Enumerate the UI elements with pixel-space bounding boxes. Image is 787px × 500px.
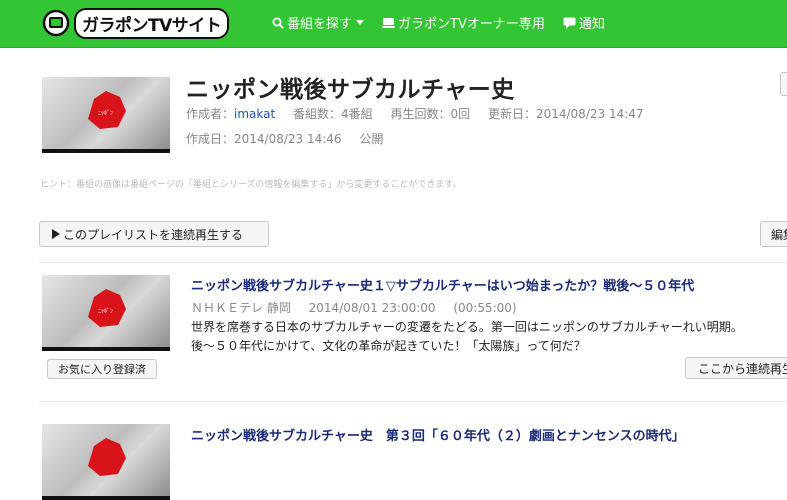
episode-desc-line: 後～５０年代にかけて、文化の革命が起きていた！「太陽族」って何だ？ bbox=[191, 339, 586, 353]
nav-search-programs[interactable]: 番組を探す bbox=[272, 13, 365, 32]
favorite-label: お気に入り登録済 bbox=[58, 363, 146, 376]
episode-thumbnail[interactable] bbox=[42, 424, 170, 500]
episode-desc-line: 世界を席巻する日本のサブカルチャーの変遷をたどる。第一回はニッポンのサブカルチャ… bbox=[191, 320, 743, 334]
play-all-button[interactable]: このプレイリストを連続再生する bbox=[39, 221, 269, 247]
site-logo[interactable]: ガラポンTVサイト bbox=[42, 7, 230, 39]
edit-button[interactable]: 編集 bbox=[760, 221, 787, 247]
creator-link[interactable]: imakat bbox=[234, 107, 275, 121]
svg-text:ﾆｯﾎﾟﾝ: ﾆｯﾎﾟﾝ bbox=[98, 308, 113, 315]
playlist-title: ニッポン戦後サブカルチャー史 bbox=[186, 77, 515, 103]
hint-text: ヒント：番組の画像は番組ページの「番組とシリーズの情報を編集する」から変更するこ… bbox=[40, 180, 462, 190]
svg-text:ﾆｯﾎﾟﾝ: ﾆｯﾎﾟﾝ bbox=[98, 110, 113, 117]
nav-notifications-label: 通知 bbox=[578, 17, 605, 32]
playlist-meta: 作成者：imakat 番組数：4番組 再生回数：0回 更新日：2014/08/2… bbox=[186, 105, 658, 122]
nav-owner-only[interactable]: ガラポンTVオーナー専用 bbox=[382, 13, 545, 32]
edit-label: 編集 bbox=[771, 227, 787, 242]
play-count: 再生回数：0回 bbox=[390, 107, 471, 121]
nav-owner-label: ガラポンTVオーナー専用 bbox=[398, 17, 545, 32]
episode-title-link[interactable]: ニッポン戦後サブカルチャー史 第３回「６０年代（２）劇画とナンセンスの時代」 bbox=[191, 425, 685, 444]
top-navbar: ガラポンTVサイト 番組を探す ガラポンTVオーナー専用 通知 bbox=[0, 0, 787, 48]
divider bbox=[39, 401, 787, 402]
playlist-thumbnail: ﾆｯﾎﾟﾝ bbox=[42, 77, 170, 153]
play-from-here-button[interactable]: ここから連続再生 bbox=[685, 357, 787, 379]
episode-thumbnail[interactable]: ﾆｯﾎﾟﾝ bbox=[42, 275, 170, 351]
chevron-down-icon bbox=[356, 20, 365, 25]
episode-duration: (00:55:00) bbox=[453, 301, 517, 315]
episode-meta: ＮＨＫＥテレ 静岡 2014/08/01 23:00:00 (00:55:00) bbox=[191, 299, 531, 316]
episode-datetime: 2014/08/01 23:00:00 bbox=[308, 301, 436, 315]
created-date: 作成日：2014/08/23 14:46 bbox=[186, 132, 342, 146]
divider bbox=[39, 262, 787, 263]
play-icon bbox=[52, 229, 60, 239]
device-icon bbox=[382, 17, 396, 28]
tv-logo-icon bbox=[42, 9, 70, 37]
creator-label: 作成者： bbox=[186, 107, 235, 121]
nav-search-label: 番組を探す bbox=[287, 17, 353, 32]
comment-icon bbox=[563, 17, 576, 29]
episode-channel: ＮＨＫＥテレ 静岡 bbox=[191, 301, 291, 315]
main-nav: 番組を探す ガラポンTVオーナー専用 通知 bbox=[272, 13, 623, 32]
logo-text: ガラポンTVサイト bbox=[74, 7, 230, 39]
playlist-meta-2: 作成日：2014/08/23 14:46 公開 bbox=[186, 130, 397, 147]
nav-notifications[interactable]: 通知 bbox=[563, 13, 605, 32]
search-icon bbox=[272, 17, 284, 29]
episode-description: 世界を席巻する日本のサブカルチャーの変遷をたどる。第一回はニッポンのサブカルチャ… bbox=[191, 318, 787, 356]
play-from-here-label: ここから連続再生 bbox=[698, 361, 787, 376]
visibility-status: 公開 bbox=[359, 132, 384, 146]
updated-date: 更新日：2014/08/23 14:47 bbox=[487, 107, 644, 121]
program-count: 番組数：4番組 bbox=[293, 107, 373, 121]
favorite-registered-button[interactable]: お気に入り登録済 bbox=[47, 359, 157, 379]
episode-title-link[interactable]: ニッポン戦後サブカルチャー史１▽サブカルチャーはいつ始まったか？戦後～５０年代 bbox=[191, 275, 694, 294]
play-all-label: このプレイリストを連続再生する bbox=[63, 227, 244, 242]
side-action-button[interactable] bbox=[780, 72, 787, 96]
